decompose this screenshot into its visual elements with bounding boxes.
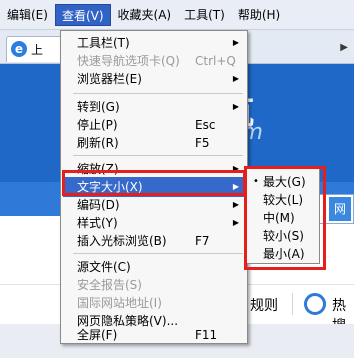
menu-item-shortcut: F7 (195, 234, 210, 248)
film-reel-icon (304, 293, 326, 315)
menu-item-explorer-bars[interactable]: 浏览器栏(E) ▶ (63, 69, 245, 89)
menu-item-shortcut: F5 (195, 136, 210, 150)
menu-item-label: 全屏(F) (77, 328, 118, 342)
menu-item-go-to[interactable]: 转到(G) ▶ (63, 97, 245, 117)
menu-item-security-report: 安全报告(S) (63, 275, 245, 295)
menu-item-refresh[interactable]: 刷新(R) F5 (63, 133, 245, 153)
menu-item-shortcut: Ctrl+Q (195, 54, 236, 68)
menu-item-label: 国际网站地址(I) (77, 296, 162, 310)
menu-item-fullscreen[interactable]: 全屏(F) F11 (63, 325, 245, 345)
menu-item-label: 插入光标浏览(B) (77, 234, 167, 248)
ie-logo-icon: e (11, 41, 27, 57)
menu-item-intl-address: 国际网站地址(I) (63, 293, 245, 313)
submenu-arrow-icon: ▶ (232, 218, 239, 227)
site-search-button[interactable]: 网 (329, 197, 351, 221)
menu-separator (73, 155, 243, 156)
menu-item-label: 浏览器栏(E) (77, 72, 142, 86)
menu-item-stop[interactable]: 停止(P) Esc (63, 115, 245, 135)
link-divider (292, 293, 293, 315)
menu-item-source[interactable]: 源文件(C) (63, 257, 245, 277)
rule-link[interactable]: 规则 (250, 295, 278, 315)
menu-item-quick-tabs: 快速导航选项卡(Q) Ctrl+Q (63, 51, 245, 71)
tab-scroll-arrow-icon[interactable]: ▶ (340, 42, 348, 53)
menu-item-caret-browsing[interactable]: 插入光标浏览(B) F7 (63, 231, 245, 251)
menu-view[interactable]: 查看(V) (54, 3, 111, 26)
tab-title: 上 (31, 43, 44, 57)
menu-item-label: 安全报告(S) (77, 278, 142, 292)
menu-bar: 编辑(E) 查看(V) 收藏夹(A) 工具(T) 帮助(H) (0, 0, 354, 30)
menu-item-label: 编码(D) (77, 198, 120, 212)
menu-separator (73, 253, 243, 254)
menu-item-label: 刷新(R) (77, 136, 119, 150)
menu-item-label: 工具栏(T) (77, 36, 130, 50)
menu-item-label: 停止(P) (77, 118, 118, 132)
menu-item-style[interactable]: 样式(Y) ▶ (63, 213, 245, 233)
submenu-highlight-annotation (244, 166, 326, 270)
menu-item-shortcut: Esc (195, 118, 216, 132)
menu-favorites[interactable]: 收藏夹(A) (112, 4, 178, 26)
menu-tools[interactable]: 工具(T) (178, 4, 231, 26)
menu-item-label: 源文件(C) (77, 260, 131, 274)
submenu-arrow-icon: ▶ (232, 200, 239, 209)
menu-item-label: 快速导航选项卡(Q) (77, 54, 180, 68)
menu-item-label: 转到(G) (77, 100, 120, 114)
submenu-arrow-icon: ▶ (232, 102, 239, 111)
text-size-highlight-annotation (62, 170, 246, 196)
submenu-arrow-icon: ▶ (232, 38, 239, 47)
menu-edit[interactable]: 编辑(E) (1, 4, 54, 26)
menu-item-encoding[interactable]: 编码(D) ▶ (63, 195, 245, 215)
menu-separator (73, 93, 243, 94)
menu-help[interactable]: 帮助(H) (232, 4, 286, 26)
submenu-arrow-icon: ▶ (232, 74, 239, 83)
menu-item-shortcut: F11 (195, 328, 218, 342)
menu-item-label: 样式(Y) (77, 216, 118, 230)
menu-item-toolbars[interactable]: 工具栏(T) ▶ (63, 33, 245, 53)
